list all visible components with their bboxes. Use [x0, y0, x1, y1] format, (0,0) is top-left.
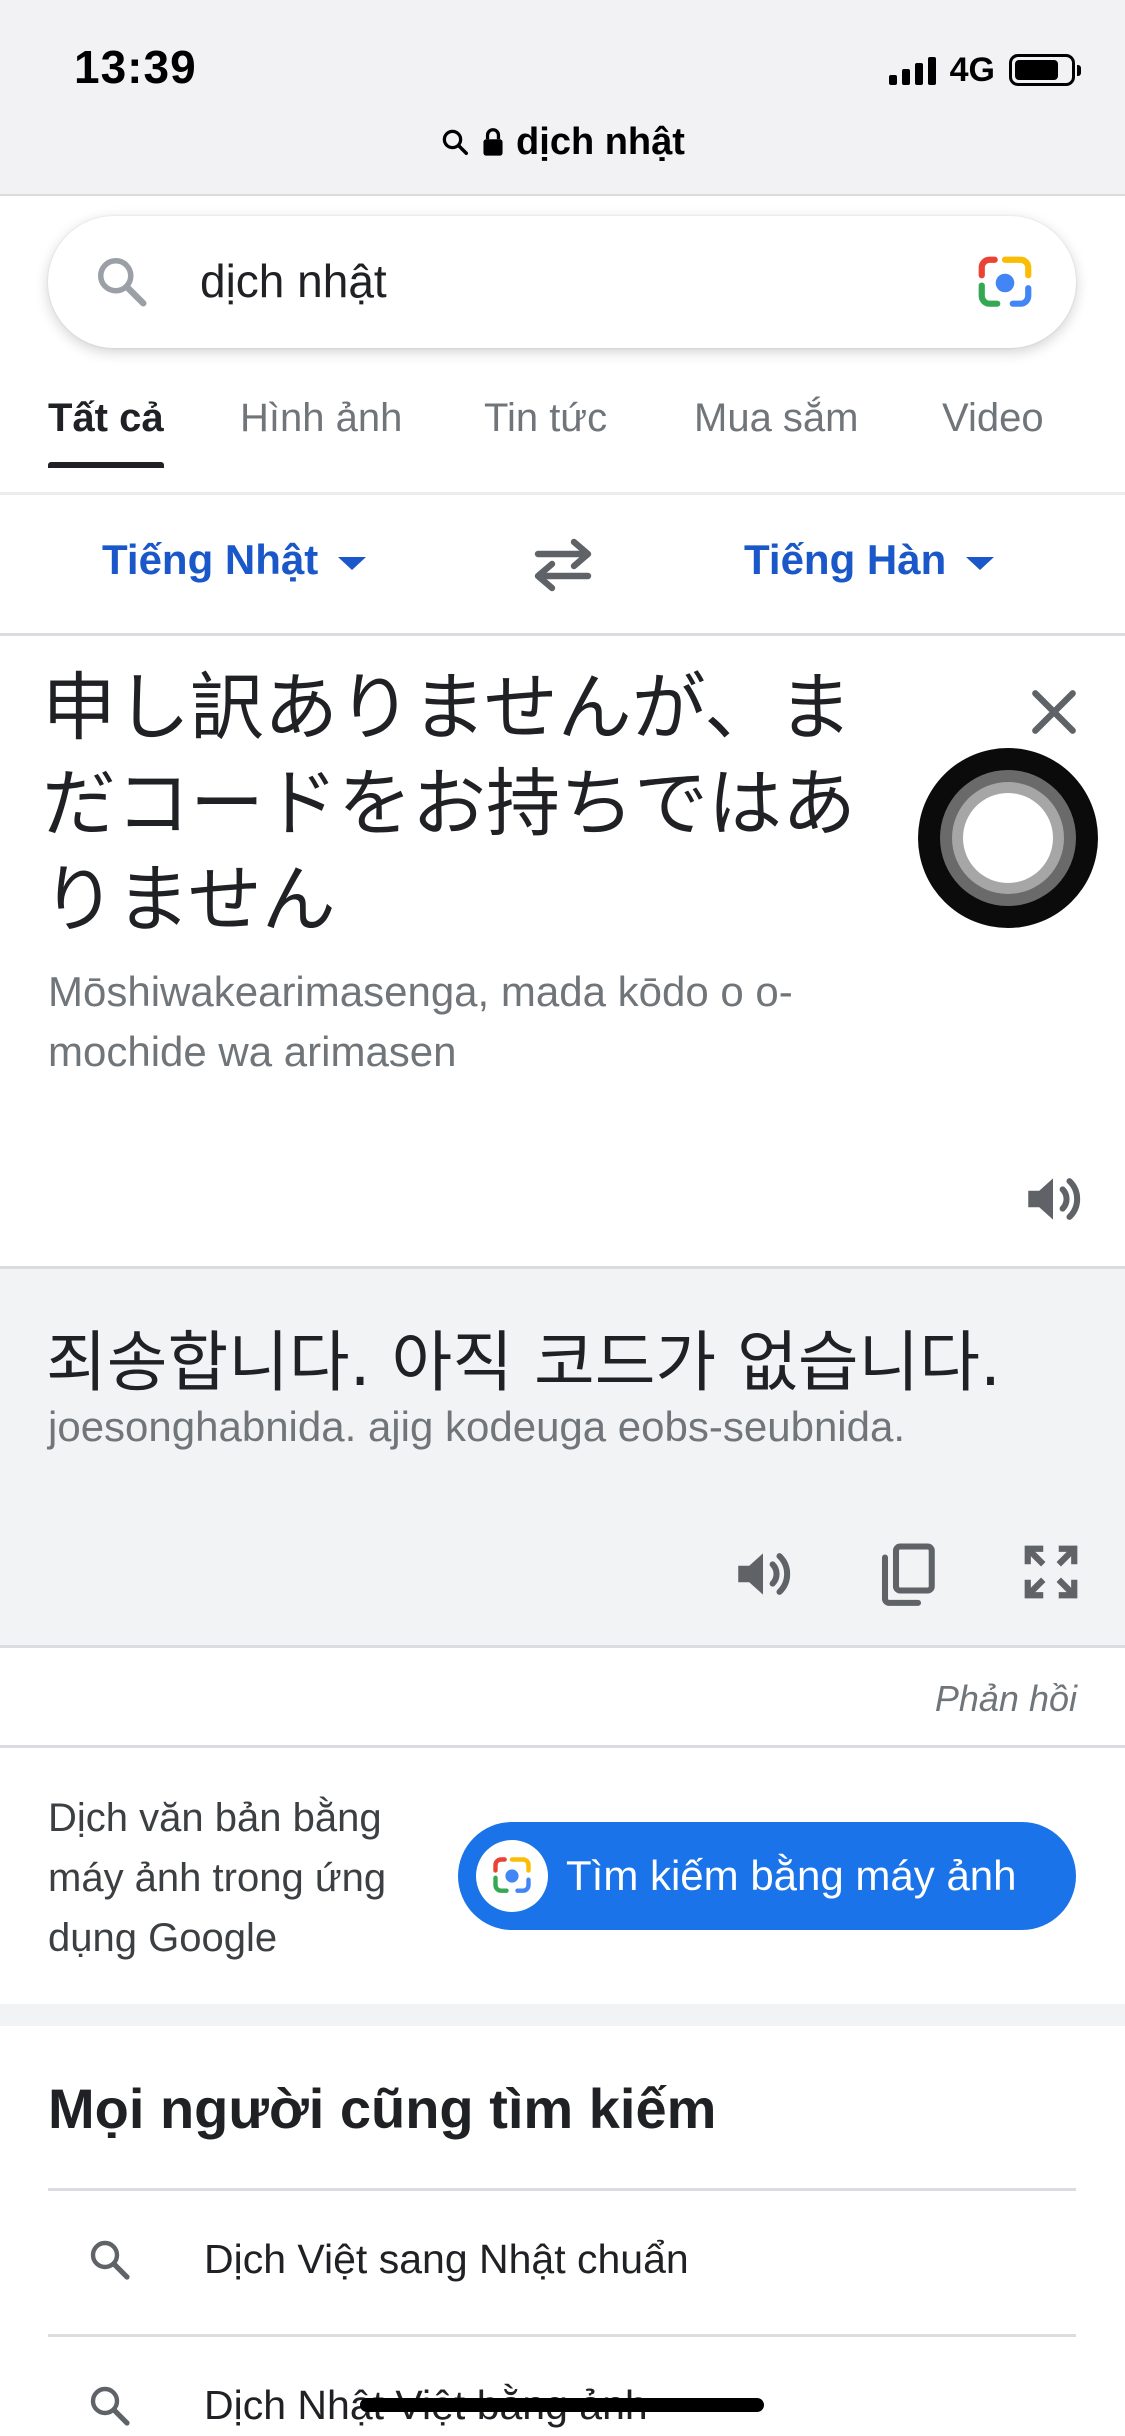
translated-transliteration: joesonghabnida. ajig kodeuga eobs-seubni… [48, 1403, 906, 1450]
search-box[interactable]: dịch nhật [48, 216, 1076, 348]
source-language-label: Tiếng Nhật [102, 536, 319, 583]
address-bar[interactable]: dịch nhật [0, 116, 1125, 168]
source-text[interactable]: 申し訳ありませんが、まだコードをお持ちではありません [42, 660, 922, 948]
swap-icon[interactable] [530, 538, 596, 592]
speaker-icon[interactable] [730, 1541, 796, 1607]
tab-news[interactable]: Tin tức [484, 396, 607, 441]
network-type: 4G [949, 50, 995, 89]
camera-icon [493, 1857, 531, 1893]
assistive-touch-core [963, 793, 1053, 883]
source-transliteration: Mōshiwakearimasenga, mada kōdo o o-mochi… [48, 968, 793, 1075]
status-time: 13:39 [74, 41, 197, 93]
address-bar-text: dịch nhật [516, 120, 685, 163]
tab-video[interactable]: Video [942, 396, 1044, 441]
tab-images[interactable]: Hình ảnh [240, 396, 402, 441]
chevron-down-icon [966, 556, 995, 570]
camera-translate-promo: Dịch văn bản bằng máy ảnh trong ứng dụng… [0, 1750, 1125, 2004]
cellular-signal-icon [888, 55, 936, 85]
tab-shopping[interactable]: Mua sắm [694, 396, 859, 441]
expand-icon[interactable] [1020, 1541, 1082, 1603]
feedback-row: Phản hồi [0, 1648, 1125, 1748]
assistive-touch-button[interactable] [918, 748, 1098, 928]
search-icon[interactable] [92, 252, 152, 312]
camera-icon-badge [476, 1840, 548, 1912]
google-lens-icon[interactable] [974, 252, 1036, 314]
search-with-camera-label: Tìm kiếm bằng máy ảnh [566, 1852, 1017, 1899]
promo-text: Dịch văn bản bằng máy ảnh trong ứng dụng… [48, 1796, 387, 1960]
related-search-label: Dịch Việt sang Nhật chuẩn [204, 2236, 689, 2282]
related-search-item[interactable]: Dịch Việt sang Nhật chuẩn [0, 2190, 1125, 2334]
tab-all[interactable]: Tất cả [48, 396, 164, 468]
close-icon[interactable] [1022, 680, 1086, 744]
lock-icon [483, 128, 503, 156]
chevron-down-icon [338, 556, 367, 570]
feedback-link[interactable]: Phản hồi [935, 1678, 1077, 1720]
section-divider [0, 2004, 1125, 2026]
search-icon [90, 2240, 130, 2280]
search-with-camera-button[interactable]: Tìm kiếm bằng máy ảnh [458, 1822, 1076, 1930]
target-language-label: Tiếng Hàn [744, 536, 947, 583]
speaker-icon[interactable] [1020, 1166, 1086, 1232]
battery-icon [1009, 54, 1081, 86]
copy-icon[interactable] [876, 1541, 938, 1607]
browser-chrome: 13:39 4G dịch nhật [0, 0, 1125, 196]
battery-level [1015, 60, 1059, 80]
related-search-item[interactable]: Dịch Nhật Việt bằng ảnh [0, 2336, 1125, 2436]
translated-text: 죄송합니다. 아직 코드가 없습니다. [46, 1324, 1001, 1401]
search-icon [442, 129, 469, 155]
assistive-touch-inner-ring [952, 782, 1064, 894]
assistive-touch-ring [940, 770, 1076, 906]
search-tabs: Tất cả Hình ảnh Tin tức Mua sắm Video [0, 396, 1125, 492]
source-language-select[interactable]: Tiếng Nhật [102, 536, 367, 584]
translation-output-panel: 죄송합니다. 아직 코드가 없습니다. joesonghabnida. ajig… [0, 1266, 1125, 1648]
search-icon [90, 2386, 130, 2426]
status-indicators: 4G [888, 50, 1081, 90]
search-input[interactable]: dịch nhật [200, 254, 387, 308]
home-indicator[interactable] [360, 2398, 764, 2412]
people-also-search-title: Mọi người cũng tìm kiếm [48, 2077, 717, 2140]
target-language-select[interactable]: Tiếng Hàn [744, 536, 995, 584]
